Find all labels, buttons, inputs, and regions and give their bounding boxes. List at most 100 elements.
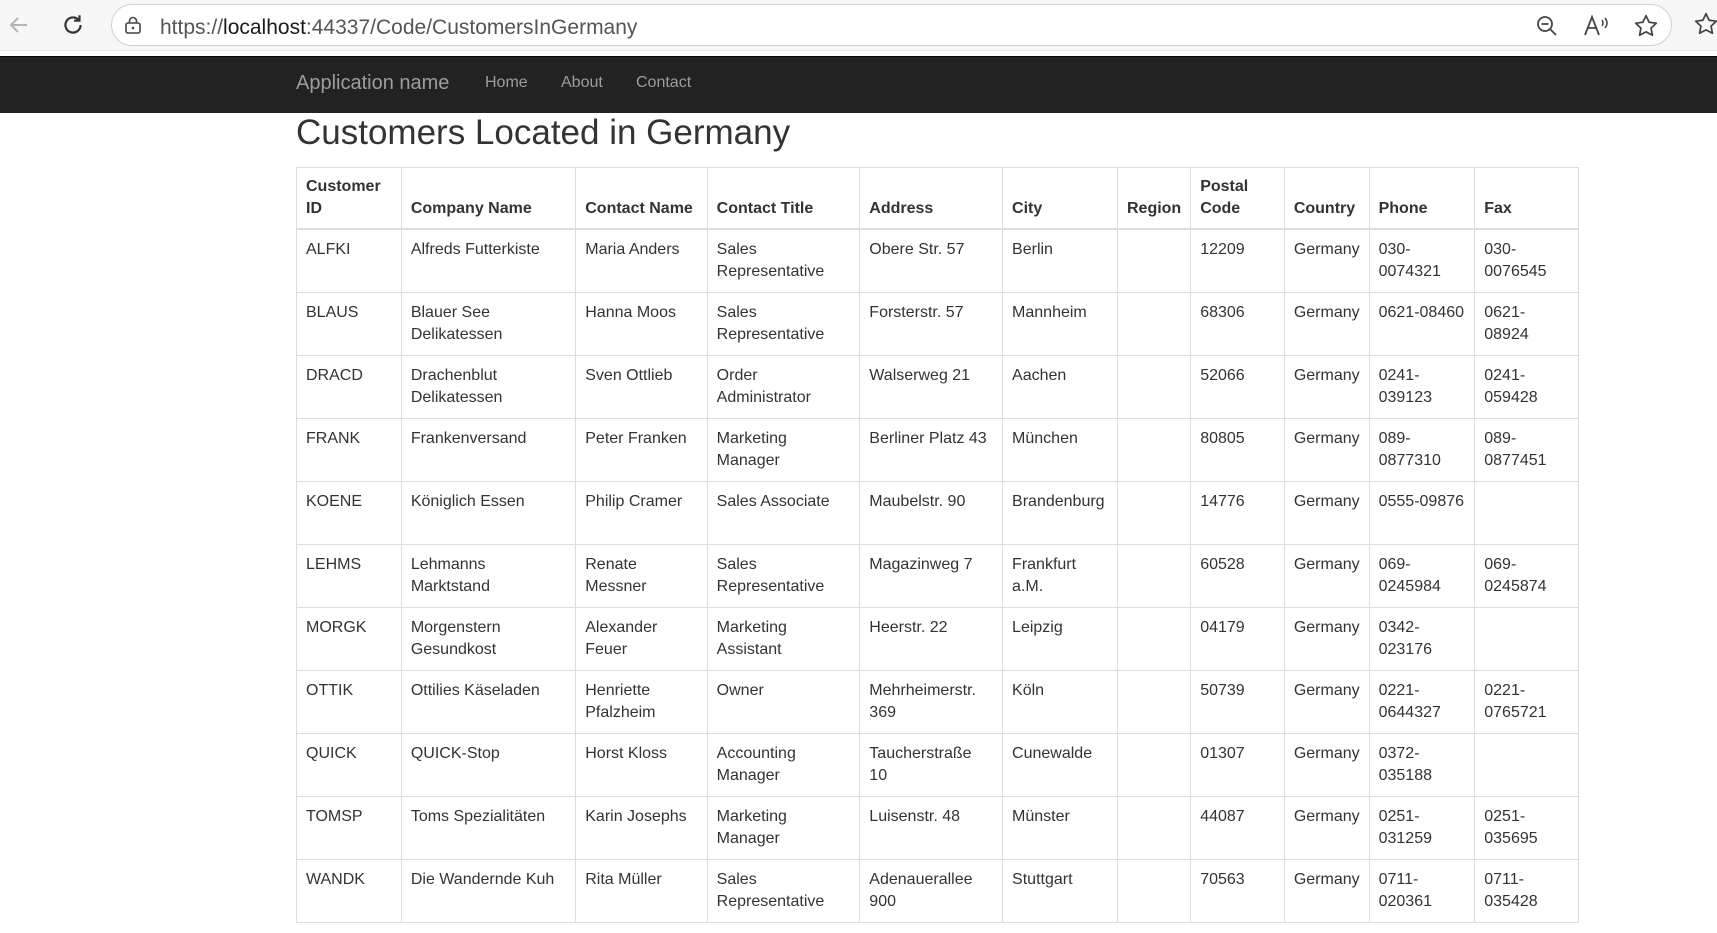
country-cell: Germany xyxy=(1283,544,1370,608)
lock-icon[interactable] xyxy=(123,15,143,35)
header-company-name: Company Name xyxy=(400,167,577,230)
phone-cell: 0241-039123 xyxy=(1368,355,1476,419)
contact-name-cell: Rita Müller xyxy=(575,859,708,923)
region-cell xyxy=(1116,670,1192,734)
address-cell: Taucherstraße 10 xyxy=(859,733,1004,797)
customer-id-cell: QUICK xyxy=(296,733,402,797)
reload-icon[interactable] xyxy=(57,9,89,41)
zoom-icon[interactable] xyxy=(1533,14,1561,38)
table-row: MORGK Morgenstern Gesundkost Alexander Feu… xyxy=(296,607,1579,671)
fax-cell xyxy=(1474,481,1579,545)
header-phone: Phone xyxy=(1368,167,1476,230)
nav-link-home[interactable]: Home xyxy=(485,74,528,92)
address-cell: Berliner Platz 43 xyxy=(859,418,1004,482)
nav-link-contact[interactable]: Contact xyxy=(636,74,691,92)
company-name-cell: Lehmanns Marktstand xyxy=(400,544,577,608)
contact-name-cell: Philip Cramer xyxy=(575,481,708,545)
address-cell: Adenauerallee 900 xyxy=(859,859,1004,923)
nav-link-about[interactable]: About xyxy=(561,74,603,92)
contact-name-cell: Horst Kloss xyxy=(575,733,708,797)
customer-id-cell: KOENE xyxy=(296,481,402,545)
fax-cell xyxy=(1474,733,1579,797)
url-text[interactable]: https://localhost:44337/Code/CustomersIn… xyxy=(160,16,637,40)
country-cell: Germany xyxy=(1283,733,1370,797)
city-cell: Berlin xyxy=(1002,228,1118,293)
company-name-cell: Morgenstern Gesundkost xyxy=(400,607,577,671)
region-cell xyxy=(1116,355,1192,419)
company-name-cell: Alfreds Futterkiste xyxy=(400,228,577,293)
contact-title-cell: Sales Representative xyxy=(706,228,861,293)
table-row: WANDK Die Wandernde Kuh Rita Müller Sales R… xyxy=(296,859,1579,923)
contact-name-cell: Maria Anders xyxy=(575,228,708,293)
city-cell: Brandenburg xyxy=(1002,481,1118,545)
postal-code-cell: 68306 xyxy=(1190,292,1285,356)
contact-name-cell: Alexander Feuer xyxy=(575,607,708,671)
header-region: Region xyxy=(1116,167,1192,230)
phone-cell: 0711-020361 xyxy=(1368,859,1476,923)
city-cell: Stuttgart xyxy=(1002,859,1118,923)
header-contact-name: Contact Name xyxy=(575,167,708,230)
postal-code-cell: 80805 xyxy=(1190,418,1285,482)
company-name-cell: Drachenblut Delikatessen xyxy=(400,355,577,419)
contact-name-cell: Hanna Moos xyxy=(575,292,708,356)
navbar-brand[interactable]: Application name xyxy=(296,72,449,95)
table-row: LEHMS Lehmanns Marktstand Renate Messner Sa… xyxy=(296,544,1579,608)
city-cell: Münster xyxy=(1002,796,1118,860)
postal-code-cell: 14776 xyxy=(1190,481,1285,545)
address-bar[interactable]: https://localhost:44337/Code/CustomersIn… xyxy=(111,4,1672,46)
region-cell xyxy=(1116,796,1192,860)
phone-cell: 0251-031259 xyxy=(1368,796,1476,860)
url-path: :44337/Code/CustomersInGermany xyxy=(305,16,638,39)
phone-cell: 069-0245984 xyxy=(1368,544,1476,608)
company-name-cell: Frankenversand xyxy=(400,418,577,482)
table-row: KOENE Königlich Essen Philip Cramer Sales A… xyxy=(296,481,1579,545)
country-cell: Germany xyxy=(1283,607,1370,671)
postal-code-cell: 60528 xyxy=(1190,544,1285,608)
address-cell: Mehrheimerstr. 369 xyxy=(859,670,1004,734)
country-cell: Germany xyxy=(1283,292,1370,356)
back-arrow-icon[interactable] xyxy=(3,9,35,41)
contact-name-cell: Sven Ottlieb xyxy=(575,355,708,419)
contact-name-cell: Karin Josephs xyxy=(575,796,708,860)
customer-id-cell: BLAUS xyxy=(296,292,402,356)
fax-cell: 089-0877451 xyxy=(1474,418,1579,482)
fax-cell: 0221-0765721 xyxy=(1474,670,1579,734)
table-header-row: Customer ID Company Name Contact Name Co… xyxy=(296,167,1579,230)
favorites-icon[interactable] xyxy=(1693,11,1717,37)
city-cell: Cunewalde xyxy=(1002,733,1118,797)
contact-name-cell: Renate Messner xyxy=(575,544,708,608)
header-city: City xyxy=(1002,167,1118,230)
header-country: Country xyxy=(1283,167,1370,230)
page-title: Customers Located in Germany xyxy=(296,113,791,152)
postal-code-cell: 04179 xyxy=(1190,607,1285,671)
fax-cell: 0251-035695 xyxy=(1474,796,1579,860)
table-row: TOMSP Toms Spezialitäten Karin Josephs Mark… xyxy=(296,796,1579,860)
contact-name-cell: Peter Franken xyxy=(575,418,708,482)
fax-cell xyxy=(1474,607,1579,671)
contact-title-cell: Accounting Manager xyxy=(706,733,861,797)
postal-code-cell: 01307 xyxy=(1190,733,1285,797)
table-row: DRACD Drachenblut Delikatessen Sven Ottlie… xyxy=(296,355,1579,419)
favorite-star-icon[interactable] xyxy=(1632,14,1660,38)
address-cell: Forsterstr. 57 xyxy=(859,292,1004,356)
phone-cell: 0555-09876 xyxy=(1368,481,1476,545)
header-customer-id: Customer ID xyxy=(296,167,402,230)
phone-cell: 030-0074321 xyxy=(1368,228,1476,293)
country-cell: Germany xyxy=(1283,481,1370,545)
phone-cell: 0621-08460 xyxy=(1368,292,1476,356)
company-name-cell: QUICK-Stop xyxy=(400,733,577,797)
company-name-cell: Blauer See Delikatessen xyxy=(400,292,577,356)
region-cell xyxy=(1116,859,1192,923)
table-row: OTTIK Ottilies Käseladen Henriette Pfalzhe… xyxy=(296,670,1579,734)
postal-code-cell: 70563 xyxy=(1190,859,1285,923)
read-aloud-icon[interactable] xyxy=(1582,14,1610,38)
postal-code-cell: 52066 xyxy=(1190,355,1285,419)
address-cell: Obere Str. 57 xyxy=(859,228,1004,293)
region-cell xyxy=(1116,607,1192,671)
contact-title-cell: Owner xyxy=(706,670,861,734)
country-cell: Germany xyxy=(1283,859,1370,923)
address-cell: Magazinweg 7 xyxy=(859,544,1004,608)
country-cell: Germany xyxy=(1283,670,1370,734)
customer-id-cell: MORGK xyxy=(296,607,402,671)
country-cell: Germany xyxy=(1283,796,1370,860)
